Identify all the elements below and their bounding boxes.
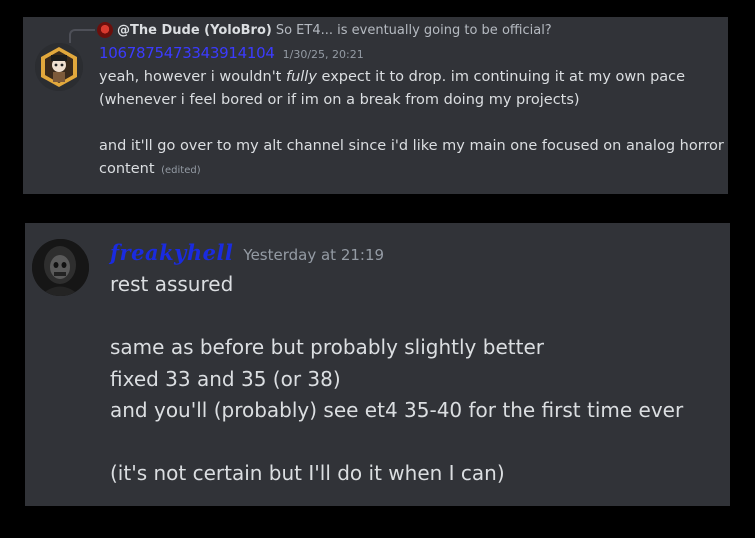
message-header: 1067875473343914104 1/30/25, 20:21 [99,44,364,66]
message-2: freakyhell Yesterday at 21:19 rest assur… [25,223,730,506]
timestamp[interactable]: 1/30/25, 20:21 [283,48,364,61]
reply-preview[interactable]: @The Dude (YoloBro) So ET4... is eventua… [97,20,552,40]
message-line: fixed 33 and 35 (or 38) [110,366,341,391]
reply-avatar[interactable] [97,22,113,38]
reply-text[interactable]: So ET4... is eventually going to be offi… [276,23,552,38]
timestamp[interactable]: Yesterday at 21:19 [243,246,384,264]
message-line: and you'll (probably) see et4 35-40 for … [110,398,684,422]
avatar[interactable] [32,239,89,296]
message-header: freakyhell Yesterday at 21:19 [110,240,384,270]
message-line: (whenever i feel bored or if im on a bre… [99,92,580,108]
reply-connector [69,29,95,43]
message-content: yeah, however i wouldn't fully expect it… [99,66,724,182]
message-line: content (edited) [99,161,201,177]
message-content: rest assured same as before but probably… [110,269,720,490]
username[interactable]: freakyhell [110,240,233,265]
emphasis-text: fully [285,69,317,85]
message-1: @The Dude (YoloBro) So ET4... is eventua… [23,17,728,194]
message-line: and it'll go over to my alt channel sinc… [99,138,724,154]
username[interactable]: 1067875473343914104 [99,44,275,62]
edited-label: (edited) [161,165,201,176]
avatar-image [32,239,89,296]
message-line: same as before but probably slightly bet… [110,335,544,359]
message-line: yeah, however i wouldn't fully expect it… [99,69,686,85]
reply-author[interactable]: @The Dude (YoloBro) [117,23,272,38]
avatar[interactable] [35,43,83,91]
message-line: rest assured [110,272,234,296]
message-line: (it's not certain but I'll do it when I … [110,461,505,485]
avatar-image [35,43,83,91]
